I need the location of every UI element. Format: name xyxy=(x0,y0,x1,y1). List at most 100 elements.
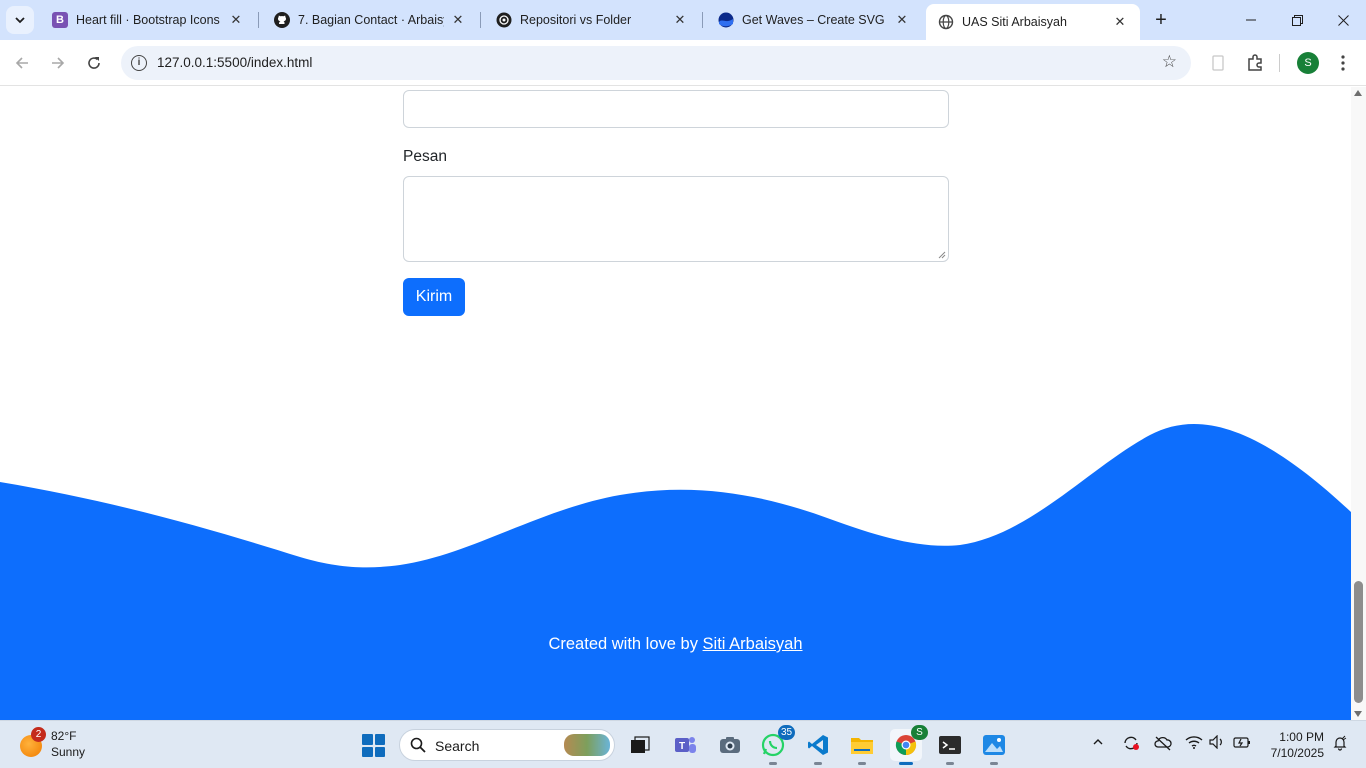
tab-bootstrap-icons[interactable]: B Heart fill · Bootstrap Icons ✕ xyxy=(40,4,256,36)
forward-button[interactable] xyxy=(44,49,72,77)
windows-logo-tile xyxy=(362,746,373,757)
chevron-down-icon xyxy=(15,17,25,24)
running-indicator xyxy=(990,762,998,765)
tab-title: Repositori vs Folder xyxy=(520,13,632,27)
address-bar[interactable]: i 127.0.0.1:5500/index.html ☆ xyxy=(121,46,1191,80)
close-icon xyxy=(1337,14,1349,26)
back-button[interactable] xyxy=(8,49,36,77)
chrome-icon[interactable]: S xyxy=(890,725,928,765)
sidebar-panel-icon[interactable] xyxy=(1207,52,1229,74)
clock-time[interactable]: 1:00 PM xyxy=(1268,730,1324,744)
message-label: Pesan xyxy=(403,148,447,165)
running-indicator xyxy=(769,762,777,765)
chatgpt-icon xyxy=(496,12,512,28)
new-tab-button[interactable]: + xyxy=(1148,7,1174,33)
tab-title: Get Waves – Create SVG wav xyxy=(742,13,888,27)
menu-kebab-icon[interactable] xyxy=(1332,52,1354,74)
photos-icon[interactable] xyxy=(978,729,1010,765)
vertical-scrollbar[interactable] xyxy=(1351,87,1366,720)
close-window-button[interactable] xyxy=(1320,0,1366,40)
arrow-left-icon xyxy=(15,57,28,69)
tab-separator xyxy=(258,12,259,28)
weather-condition: Sunny xyxy=(51,745,86,759)
profile-avatar[interactable]: S xyxy=(1297,52,1319,74)
close-icon[interactable]: ✕ xyxy=(450,12,466,28)
globe-icon xyxy=(938,14,954,30)
close-icon[interactable]: ✕ xyxy=(228,12,244,28)
chrome-profile-badge: S xyxy=(911,725,928,740)
tab-separator xyxy=(480,12,481,28)
restore-button[interactable] xyxy=(1274,0,1320,40)
search-highlight-illustration xyxy=(564,734,610,756)
footer-credit: Created with love by Siti Arbaisyah xyxy=(0,635,1351,654)
tab-title: UAS Siti Arbaisyah xyxy=(962,15,1067,29)
windows-logo-tile xyxy=(362,734,373,745)
file-explorer-icon[interactable] xyxy=(846,729,878,765)
scroll-up-arrow-icon[interactable] xyxy=(1354,90,1362,96)
extensions-icon[interactable] xyxy=(1244,52,1266,74)
terminal-icon[interactable] xyxy=(934,729,966,765)
weather-temperature: 82°F xyxy=(51,729,77,743)
url-text[interactable]: 127.0.0.1:5500/index.html xyxy=(157,55,312,70)
github-icon xyxy=(274,12,290,28)
running-indicator xyxy=(946,762,954,765)
weather-badge: 2 xyxy=(31,727,46,742)
minimize-icon xyxy=(1246,19,1256,21)
bootstrap-icon: B xyxy=(52,12,68,28)
active-indicator xyxy=(899,762,913,765)
onedrive-off-icon[interactable] xyxy=(1153,735,1173,754)
notification-bell-icon[interactable] xyxy=(1330,735,1350,754)
sync-icon[interactable] xyxy=(1121,735,1141,754)
message-textarea[interactable] xyxy=(403,176,949,262)
tab-title: Heart fill · Bootstrap Icons xyxy=(76,13,220,27)
tab-title: 7. Bagian Contact · Arbaisyah xyxy=(298,13,444,27)
email-field[interactable] xyxy=(403,90,949,128)
show-hidden-icons-chevron-icon[interactable] xyxy=(1088,735,1108,751)
site-info-icon[interactable]: i xyxy=(131,55,147,71)
taskbar-search[interactable]: Search xyxy=(399,729,615,761)
running-indicator xyxy=(858,762,866,765)
reload-icon xyxy=(88,57,100,69)
start-button[interactable] xyxy=(362,734,385,757)
whatsapp-icon[interactable]: 35 xyxy=(757,725,795,765)
submit-button[interactable]: Kirim xyxy=(403,278,465,316)
volume-icon[interactable] xyxy=(1207,734,1227,752)
battery-charging-icon[interactable] xyxy=(1232,735,1252,752)
footer-wave xyxy=(0,424,1351,720)
task-view-icon[interactable] xyxy=(624,729,656,761)
close-icon[interactable]: ✕ xyxy=(894,12,910,28)
vscode-icon[interactable] xyxy=(802,729,834,765)
tab-separator xyxy=(702,12,703,28)
windows-logo-tile xyxy=(374,734,385,745)
tab-uas-siti-arbaisyah[interactable]: UAS Siti Arbaisyah ✕ xyxy=(926,4,1140,40)
footer-text: Created with love by xyxy=(548,635,703,653)
minimize-button[interactable] xyxy=(1228,0,1274,40)
resize-grip-icon[interactable] xyxy=(938,251,946,259)
close-icon[interactable]: ✕ xyxy=(1112,14,1128,30)
arrow-right-icon xyxy=(52,57,65,69)
browser-toolbar: i 127.0.0.1:5500/index.html ☆ S xyxy=(0,40,1366,86)
tab-search-button[interactable] xyxy=(6,6,34,34)
tab-strip: B Heart fill · Bootstrap Icons ✕ 7. Bagi… xyxy=(0,0,1366,40)
windows-taskbar: 2 82°F Sunny Search T 35 S 1:00 PM 7/10/… xyxy=(0,720,1366,768)
clock-date[interactable]: 7/10/2025 xyxy=(1258,746,1324,760)
svg-text:T: T xyxy=(679,741,685,752)
tab-github[interactable]: 7. Bagian Contact · Arbaisyah ✕ xyxy=(262,4,478,36)
wifi-icon[interactable] xyxy=(1184,735,1204,752)
scroll-down-arrow-icon[interactable] xyxy=(1354,711,1362,717)
getwaves-icon xyxy=(718,12,734,28)
whatsapp-badge: 35 xyxy=(778,725,795,740)
reload-button[interactable] xyxy=(80,49,108,77)
toolbar-divider xyxy=(1279,54,1280,72)
camera-icon[interactable] xyxy=(714,729,746,761)
search-placeholder: Search xyxy=(435,738,480,754)
close-icon[interactable]: ✕ xyxy=(672,12,688,28)
bookmark-star-icon[interactable]: ☆ xyxy=(1162,52,1177,72)
page-viewport: Pesan Kirim Created with love by Siti Ar… xyxy=(0,87,1351,720)
scroll-thumb[interactable] xyxy=(1354,581,1363,703)
tab-get-waves[interactable]: Get Waves – Create SVG wav ✕ xyxy=(706,4,922,36)
teams-icon[interactable]: T xyxy=(669,729,701,761)
author-link[interactable]: Siti Arbaisyah xyxy=(703,635,803,653)
windows-logo-tile xyxy=(374,746,385,757)
tab-chatgpt[interactable]: Repositori vs Folder ✕ xyxy=(484,4,700,36)
